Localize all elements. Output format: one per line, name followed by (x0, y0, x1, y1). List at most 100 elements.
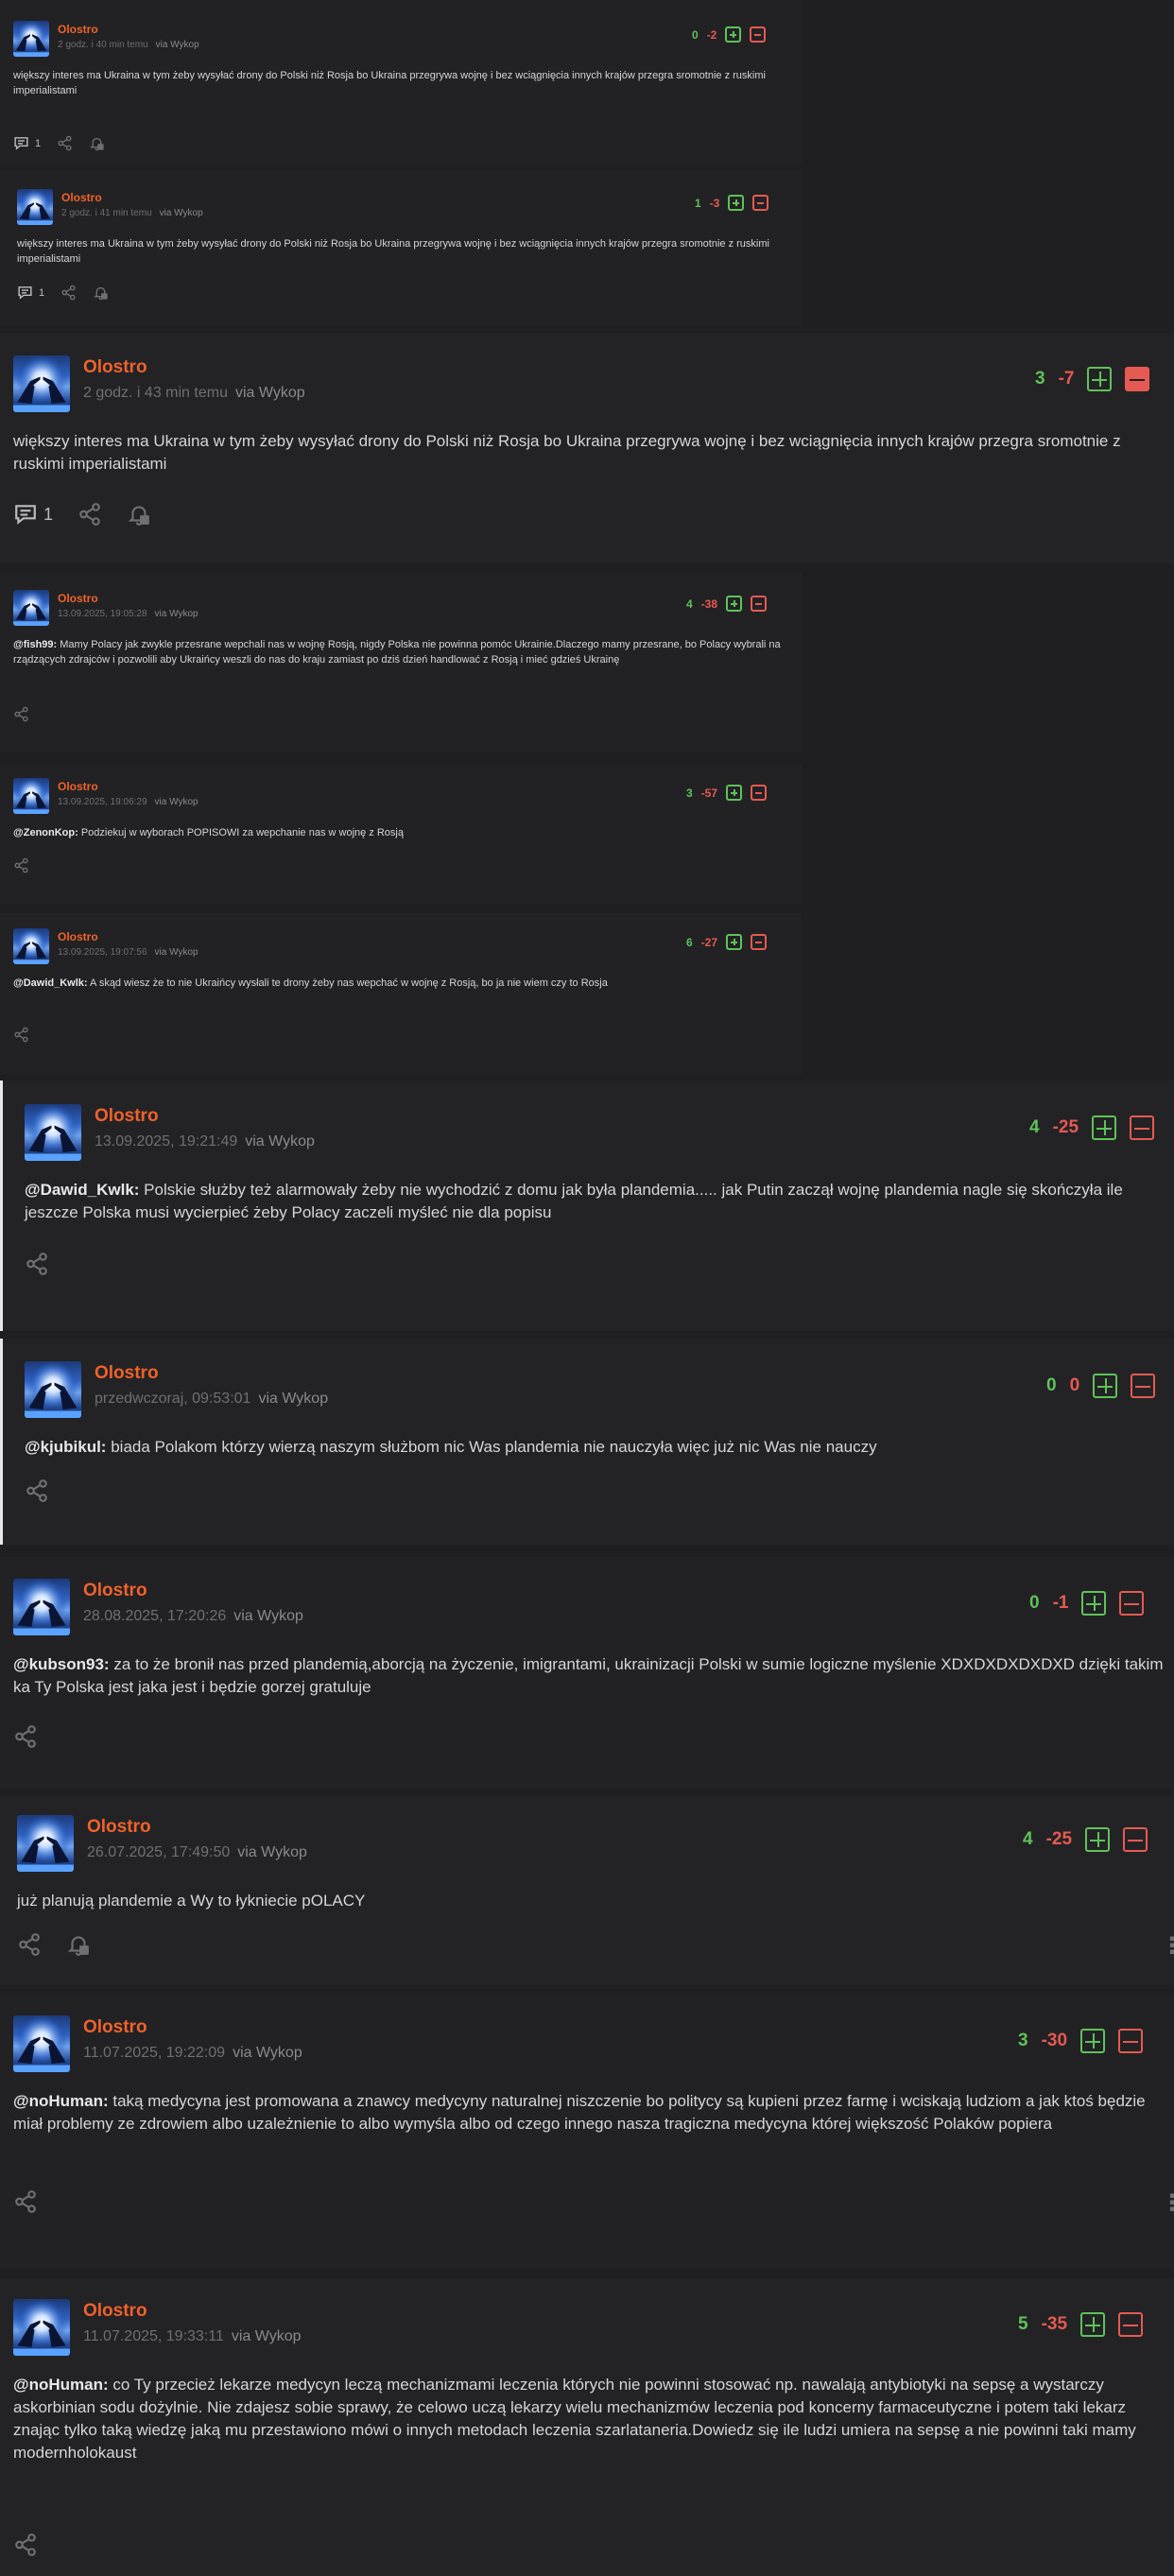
upvote-count: 3 (686, 786, 693, 800)
upvote-button[interactable] (725, 26, 742, 43)
share-icon[interactable] (78, 502, 102, 527)
mention-link[interactable]: @fish99: (13, 639, 57, 650)
more-options-icon[interactable]: ⋮ (1161, 2189, 1174, 2217)
via-source: via Wykop (233, 1608, 303, 1624)
share-icon[interactable] (13, 2533, 38, 2557)
avatar[interactable] (17, 1815, 74, 1872)
author-name[interactable]: Olostro (83, 1581, 147, 1601)
author-name[interactable]: Olostro (83, 2017, 147, 2038)
timestamp[interactable]: 26.07.2025, 17:49:50 (87, 1844, 230, 1860)
upvote-button[interactable] (1081, 1591, 1107, 1616)
author-name[interactable]: Olostro (83, 357, 147, 378)
avatar[interactable] (25, 1104, 81, 1161)
downvote-button[interactable] (1130, 1115, 1155, 1140)
timestamp[interactable]: 13.09.2025, 19:07:56 (58, 947, 147, 958)
downvote-count: -25 (1045, 1829, 1073, 1849)
author-name[interactable]: Olostro (58, 23, 98, 36)
avatar[interactable] (13, 2015, 70, 2072)
timestamp[interactable]: 2 godz. i 43 min temu (83, 385, 228, 401)
via-source: via Wykop (233, 2045, 302, 2061)
timestamp[interactable]: 13.09.2025, 19:05:28 (58, 609, 147, 619)
share-icon[interactable] (57, 135, 73, 151)
share-icon[interactable] (13, 706, 29, 722)
timestamp[interactable]: 13.09.2025, 19:21:49 (95, 1133, 237, 1150)
timestamp[interactable]: 13.09.2025, 19:06:29 (58, 797, 147, 807)
share-icon[interactable] (13, 2189, 38, 2214)
upvote-button[interactable] (1092, 1115, 1117, 1140)
mention-link[interactable]: @kubson93: (13, 1655, 110, 1673)
downvote-button[interactable] (1119, 1591, 1145, 1616)
avatar[interactable] (17, 189, 53, 225)
share-icon[interactable] (13, 857, 29, 873)
notification-bell-icon[interactable] (66, 1932, 91, 1957)
downvote-count: -57 (700, 786, 718, 800)
downvote-button[interactable] (751, 785, 768, 801)
share-icon[interactable] (17, 1932, 42, 1957)
downvote-button[interactable] (750, 26, 767, 43)
notification-bell-icon[interactable] (89, 135, 105, 151)
mention-link[interactable]: @noHuman: (13, 2376, 109, 2394)
author-name[interactable]: Olostro (58, 592, 98, 605)
mention-link[interactable]: @noHuman: (13, 2092, 109, 2110)
downvote-button[interactable] (1123, 1827, 1148, 1852)
avatar[interactable] (13, 21, 49, 57)
author-name[interactable]: Olostro (95, 1363, 159, 1384)
upvote-button[interactable] (1087, 367, 1113, 391)
mention-link[interactable]: @Dawid_Kwlk: (13, 977, 88, 989)
avatar[interactable] (13, 355, 70, 412)
timestamp[interactable]: 28.08.2025, 17:20:26 (83, 1608, 226, 1624)
comment-icon[interactable]: 1 (13, 135, 41, 151)
downvote-button[interactable] (751, 596, 768, 612)
author-name[interactable]: Olostro (61, 191, 102, 204)
upvote-button[interactable] (726, 785, 743, 801)
downvote-button[interactable] (1131, 1374, 1156, 1398)
upvote-button[interactable] (726, 596, 743, 612)
timestamp[interactable]: 11.07.2025, 19:22:09 (83, 2045, 225, 2061)
downvote-button[interactable] (1118, 2029, 1144, 2053)
mention-link[interactable]: @ZenonKop: (13, 827, 78, 838)
comment-actions (13, 2189, 38, 2214)
avatar[interactable] (13, 778, 49, 814)
share-icon[interactable] (60, 285, 77, 301)
vote-box: 0 -1 (1029, 1591, 1145, 1616)
share-icon[interactable] (13, 1724, 38, 1749)
comment-body: za to że bronił nas przed plandemią,abor… (13, 1655, 1164, 1696)
author-name[interactable]: Olostro (58, 780, 98, 793)
timestamp[interactable]: 2 godz. i 40 min temu (58, 40, 148, 50)
upvote-button[interactable] (1080, 2312, 1106, 2337)
notification-bell-icon[interactable] (127, 502, 151, 527)
downvote-button[interactable] (1125, 367, 1150, 391)
author-name[interactable]: Olostro (87, 1817, 151, 1838)
author-name[interactable]: Olostro (95, 1106, 159, 1127)
via-source: via Wykop (245, 1133, 315, 1150)
upvote-button[interactable] (726, 934, 743, 950)
timestamp[interactable]: przedwczoraj, 09:53:01 (95, 1391, 250, 1407)
avatar[interactable] (13, 1579, 70, 1635)
upvote-button[interactable] (1080, 2029, 1106, 2053)
share-icon[interactable] (25, 1252, 49, 1276)
downvote-button[interactable] (752, 195, 769, 211)
author-name[interactable]: Olostro (58, 930, 98, 943)
comment-icon[interactable]: 1 (13, 502, 53, 527)
comment-body: A skąd wiesz że to nie Ukraińcy wysłali … (87, 977, 608, 989)
upvote-button[interactable] (728, 195, 745, 211)
avatar[interactable] (13, 2299, 70, 2356)
avatar[interactable] (13, 590, 49, 626)
mention-link[interactable]: @Dawid_Kwlk: (25, 1181, 139, 1199)
share-icon[interactable] (13, 1027, 29, 1043)
avatar[interactable] (13, 928, 49, 964)
downvote-button[interactable] (1118, 2312, 1144, 2337)
author-name[interactable]: Olostro (83, 2301, 147, 2322)
share-icon[interactable] (25, 1478, 49, 1503)
comment-body: taką medycyna jest promowana a znawcy me… (13, 2092, 1146, 2133)
timestamp[interactable]: 11.07.2025, 19:33:11 (83, 2328, 224, 2344)
downvote-button[interactable] (751, 934, 768, 950)
upvote-button[interactable] (1093, 1374, 1118, 1398)
upvote-button[interactable] (1085, 1827, 1111, 1852)
notification-bell-icon[interactable] (93, 285, 109, 301)
comment-icon[interactable]: 1 (17, 285, 44, 301)
more-options-icon[interactable]: ⋮ (1161, 1932, 1174, 1960)
avatar[interactable] (25, 1361, 81, 1418)
timestamp[interactable]: 2 godz. i 41 min temu (61, 208, 152, 218)
mention-link[interactable]: @kjubikul: (25, 1438, 106, 1456)
